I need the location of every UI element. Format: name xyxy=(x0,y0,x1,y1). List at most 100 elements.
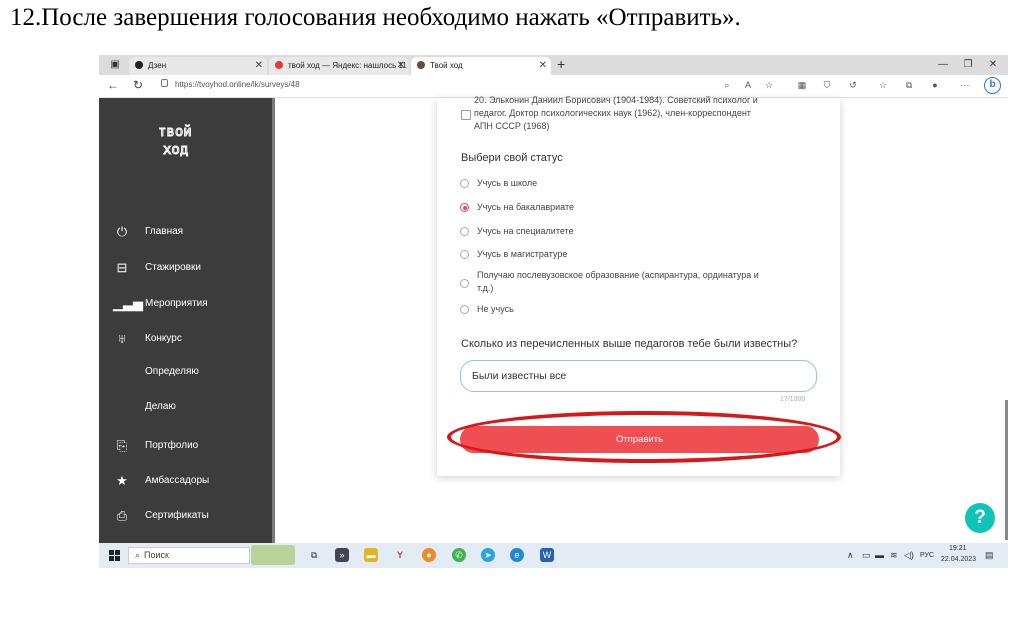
search-icon: ⌕ xyxy=(135,550,141,560)
word-icon[interactable]: W xyxy=(540,548,554,562)
task-view-icon[interactable]: ⧉ xyxy=(307,548,321,562)
windows-start-icon[interactable] xyxy=(109,550,120,561)
tab-yandex[interactable]: твой ход — Яндекс: нашлось 11 ✕ xyxy=(269,57,409,75)
yandex-icon[interactable]: Y xyxy=(393,548,407,562)
help-button[interactable]: ? xyxy=(965,503,995,533)
favorites-icon[interactable]: ☆ xyxy=(877,80,889,91)
shield-icon[interactable]: ⛉ xyxy=(821,80,833,91)
tray-wifi-icon[interactable]: ≋ xyxy=(890,550,898,561)
tray-date: 22.04.2023 xyxy=(941,556,977,563)
sidebar: твой ход ⏻ Главная ⊟ Стажировки ▁▃▅ Меро… xyxy=(99,98,272,543)
sidebar-item-ambassadors[interactable]: ★ Амбассадоры xyxy=(99,472,272,492)
radio-label-postgraduate-1: Получаю послевузовское образование (аспи… xyxy=(477,270,759,280)
option-checkbox[interactable] xyxy=(461,110,471,120)
tray-chevron-icon[interactable]: ∧ xyxy=(847,550,854,561)
answer-input[interactable]: Были известны все xyxy=(460,360,817,392)
radio-bachelor[interactable] xyxy=(460,203,469,212)
url-field[interactable]: https://tvoyhod.online/lk/surveys/48 xyxy=(175,80,300,89)
radio-label-not-studying: Не учусь xyxy=(477,304,514,314)
briefcase-icon: ⊟ xyxy=(116,260,128,275)
bing-icon[interactable]: b xyxy=(984,77,1001,94)
certificate-icon: ⎙ xyxy=(116,508,128,523)
sidebar-item-events[interactable]: ▁▃▅ Мероприятия xyxy=(99,295,272,315)
radio-school[interactable] xyxy=(460,179,469,188)
star-icon: ★ xyxy=(116,473,128,488)
tray-battery-icon[interactable]: ▬ xyxy=(875,550,884,560)
page-scrollbar[interactable] xyxy=(1005,400,1008,540)
refresh-ext-icon[interactable]: ↺ xyxy=(847,80,859,91)
favorite-add-icon[interactable]: ☆ xyxy=(763,80,775,91)
svg-text:твой: твой xyxy=(158,124,192,140)
tab-dzen[interactable]: Дзен ✕ xyxy=(129,57,267,75)
sidebar-item-contest[interactable]: ♅ Конкурс xyxy=(99,330,272,350)
taskbar-search[interactable]: ⌕ Поиск xyxy=(128,547,250,564)
sidebar-item-portfolio[interactable]: ⎘ Портфолио xyxy=(99,437,272,457)
instruction-text: 12.После завершения голосования необходи… xyxy=(10,4,741,31)
radio-label-postgraduate-2: т.д.) xyxy=(477,283,494,293)
collections-icon[interactable]: ⧉ xyxy=(903,80,915,91)
portfolio-icon: ⎘ xyxy=(116,438,128,453)
new-tab-icon[interactable]: + xyxy=(557,56,565,72)
radio-specialist[interactable] xyxy=(460,227,469,236)
radio-label-bachelor: Учусь на бакалавриате xyxy=(477,202,574,212)
svg-text:ход: ход xyxy=(163,142,188,158)
char-counter: 17/1000 xyxy=(780,396,806,403)
trophy-icon: ♅ xyxy=(117,331,127,346)
more-menu-icon[interactable]: ··· xyxy=(959,80,971,90)
dzen-favicon-icon xyxy=(135,61,143,69)
edge-icon[interactable]: e xyxy=(510,548,524,562)
tray-language[interactable]: РУС xyxy=(920,552,934,559)
tray-time: 19:21 xyxy=(949,545,967,552)
radio-label-school: Учусь в школе xyxy=(477,178,538,188)
windows-taskbar: ⌕ Поиск ⧉ » ▬ Y ● ✆ ➤ e W ∧ ▭ ▬ ≋ ◁) РУС … xyxy=(99,543,1008,568)
refresh-icon[interactable]: ↻ xyxy=(131,78,145,92)
power-icon: ⏻ xyxy=(116,224,128,239)
app-orange-icon[interactable]: ● xyxy=(422,548,436,562)
radio-label-specialist: Учусь на специалитете xyxy=(477,226,574,236)
radio-postgraduate[interactable] xyxy=(460,279,469,288)
read-aloud-icon[interactable]: A xyxy=(742,80,754,90)
sidebar-item-certificates[interactable]: ⎙ Сертификаты xyxy=(99,507,272,527)
bars-icon: ▁▃▅ xyxy=(113,296,143,311)
restore-icon[interactable]: ❐ xyxy=(960,58,976,72)
close-window-icon[interactable]: ✕ xyxy=(985,58,1001,72)
close-tab-icon[interactable]: ✕ xyxy=(397,57,405,75)
sidebar-item-determine[interactable]: Определяю xyxy=(99,363,272,383)
search-highlight-image xyxy=(251,545,295,565)
prev-option-line-1: 20. Эльконин Даниил Борисович (1904-1984… xyxy=(474,95,758,105)
browser-tab-bar: ▣ Дзен ✕ твой ход — Яндекс: нашлось 11 ✕ Т… xyxy=(99,55,1008,75)
tray-volume-icon[interactable]: ◁) xyxy=(904,550,914,561)
telegram-icon[interactable]: ➤ xyxy=(481,548,495,562)
known-question: Сколько из перечисленных выше педагогов … xyxy=(461,338,798,350)
logo-icon: твой ход xyxy=(158,124,193,159)
extension-icon[interactable]: ▦ xyxy=(796,80,808,91)
whatsapp-icon[interactable]: ✆ xyxy=(452,548,466,562)
status-question: Выбери свой статус xyxy=(461,152,563,164)
yandex-favicon-icon xyxy=(275,61,283,69)
app-icon[interactable]: » xyxy=(335,548,349,562)
tab-actions-icon[interactable]: ▣ xyxy=(107,58,123,72)
radio-not-studying[interactable] xyxy=(460,305,469,314)
sidebar-item-doing[interactable]: Делаю xyxy=(99,398,272,418)
prev-option-line-2: педагог. Доктор психологических наук (19… xyxy=(474,108,751,118)
sidebar-item-internships[interactable]: ⊟ Стажировки xyxy=(99,259,272,279)
back-icon[interactable]: ← xyxy=(106,78,120,92)
profile-avatar-icon[interactable]: ● xyxy=(929,80,941,90)
minimize-icon[interactable]: — xyxy=(935,58,951,72)
prev-option-line-3: АПН СССР (1968) xyxy=(474,121,550,131)
main-content: 20. Эльконин Даниил Борисович (1904-1984… xyxy=(275,95,1008,543)
tvoyhod-favicon-icon xyxy=(417,61,425,69)
highlight-ellipse xyxy=(447,411,841,463)
explorer-icon[interactable]: ▬ xyxy=(364,548,378,562)
browser-screenshot: ▣ Дзен ✕ твой ход — Яндекс: нашлось 11 ✕ Т… xyxy=(99,55,1008,568)
tab-tvoy-hod[interactable]: Твой ход ✕ xyxy=(411,57,551,75)
radio-label-master: Учусь в магистратуре xyxy=(477,249,568,259)
radio-master[interactable] xyxy=(460,250,469,259)
sidebar-item-home[interactable]: ⏻ Главная xyxy=(99,223,272,243)
close-tab-icon[interactable]: ✕ xyxy=(539,57,547,75)
search-page-icon[interactable]: ⌕ xyxy=(721,80,733,91)
tray-network-icon[interactable]: ▭ xyxy=(862,550,871,561)
lock-icon xyxy=(161,79,168,87)
close-tab-icon[interactable]: ✕ xyxy=(255,57,263,75)
notifications-icon[interactable]: ▤ xyxy=(985,550,994,561)
